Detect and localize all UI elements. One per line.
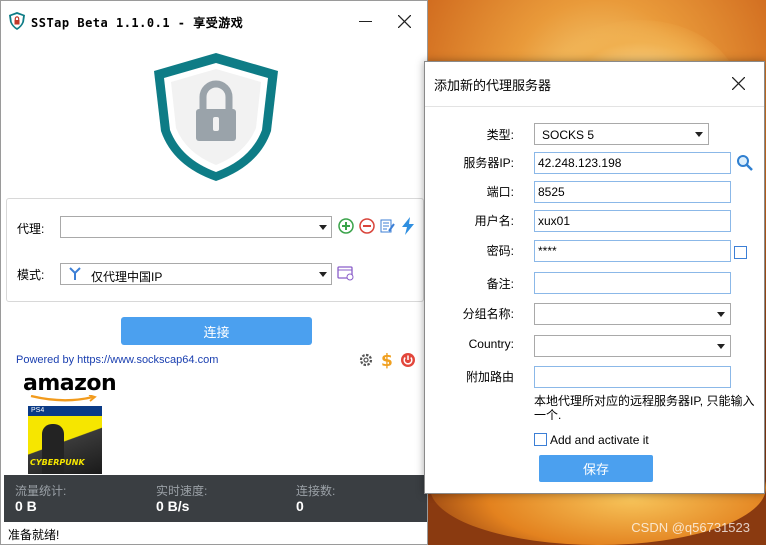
add-icon [338,218,354,234]
extra-route-label: 附加路由 [465,370,514,384]
stats-bar: 流量统计: 0 B 实时速度: 0 B/s 连接数: 0 [4,475,427,522]
chevron-down-icon [319,225,327,230]
svg-text:$: $ [381,351,393,369]
connections-value: 0 [296,498,304,514]
ip-lookup-button[interactable] [735,153,753,171]
chevron-down-icon [717,344,725,349]
close-icon [731,76,745,90]
donate-button[interactable]: $ [378,351,396,369]
note-label: 备注: [486,277,514,291]
chevron-down-icon [717,312,725,317]
divider [425,106,764,107]
edit-icon [380,219,395,233]
ad-game-cover[interactable]: PS4 CYBERPUNK [28,406,102,474]
show-password-checkbox[interactable] [734,246,747,259]
connect-button[interactable]: 连接 [121,317,312,345]
port-field[interactable] [534,181,731,203]
close-button[interactable] [389,9,419,33]
title-bar: SSTap Beta 1.1.0.1 - 享受游戏 [1,1,427,41]
power-button[interactable] [399,351,417,369]
proxy-settings-panel: 代理: 模式: 仅代理中国IP [6,198,424,302]
dialog-title: 添加新的代理服务器 [434,78,552,93]
note-field[interactable] [534,272,731,294]
server-ip-label: 服务器IP: [463,156,514,170]
group-label: 分组名称: [462,307,514,321]
username-label: 用户名: [474,214,514,228]
lock-shield-icon [154,53,278,181]
settings-button[interactable] [357,351,375,369]
sstap-main-window: SSTap Beta 1.1.0.1 - 享受游戏 代理: 模式: 仅代理中国I… [0,0,428,545]
watermark: CSDN @q56731523 [631,520,750,535]
group-select[interactable] [534,303,731,325]
remove-icon [359,218,375,234]
password-field[interactable] [534,240,731,262]
password-label: 密码: [486,244,514,258]
mode-select-value: 仅代理中国IP [91,270,163,284]
extra-route-field[interactable] [534,366,731,388]
speed-label: 实时速度: [156,484,208,498]
speed-value: 0 B/s [156,498,190,514]
traffic-value: 0 B [15,498,37,514]
server-ip-field[interactable] [534,152,731,174]
window-title: SSTap Beta 1.1.0.1 - 享受游戏 [31,16,244,30]
route-hint: 本地代理所对应的远程服务器IP, 只能输入一个. [534,394,755,422]
mode-settings-button[interactable] [337,264,355,282]
mode-label: 模式: [17,268,45,282]
type-select[interactable]: SOCKS 5 [534,123,709,145]
power-icon [401,353,415,367]
dialog-close-button[interactable] [726,71,750,95]
status-text: 准备就绪! [8,528,60,542]
edit-proxy-button[interactable] [378,217,396,235]
type-label: 类型: [486,128,514,142]
add-activate-label[interactable]: Add and activate it [550,433,649,447]
traffic-label: 流量统计: [15,484,67,498]
proxy-select[interactable] [60,216,332,238]
search-icon [736,154,753,171]
proxy-label: 代理: [17,222,45,236]
close-icon [397,14,411,28]
mode-globe-icon [69,267,81,280]
add-proxy-button[interactable] [337,217,355,235]
minimize-button[interactable] [350,9,380,33]
username-field[interactable] [534,210,731,232]
ad-platform: PS4 [28,406,102,416]
country-select[interactable] [534,335,731,357]
minimize-icon [358,20,372,22]
ad-brand[interactable]: amazon [23,371,117,396]
chevron-down-icon [695,132,703,137]
amazon-smile-icon [30,395,97,402]
gear-icon [359,353,373,367]
add-activate-checkbox[interactable] [534,433,547,446]
remove-proxy-button[interactable] [358,217,376,235]
lightning-icon [402,217,414,235]
country-label: Country: [468,337,514,351]
ad-game-title: CYBERPUNK [30,458,85,467]
connections-label: 连接数: [296,484,336,498]
lightning-button[interactable] [399,217,417,235]
dollar-icon: $ [381,351,393,369]
add-proxy-dialog: 添加新的代理服务器 类型: SOCKS 5 服务器IP: 端口: 用户名: 密码… [424,61,765,494]
save-button[interactable]: 保存 [539,455,653,482]
mode-settings-icon [337,266,354,281]
mode-select[interactable]: 仅代理中国IP [60,263,332,285]
port-label: 端口: [486,185,514,199]
chevron-down-icon [319,272,327,277]
type-select-value: SOCKS 5 [542,128,595,142]
powered-by-link[interactable]: Powered by https://www.sockscap64.com [16,354,218,366]
app-shield-icon [9,12,25,30]
